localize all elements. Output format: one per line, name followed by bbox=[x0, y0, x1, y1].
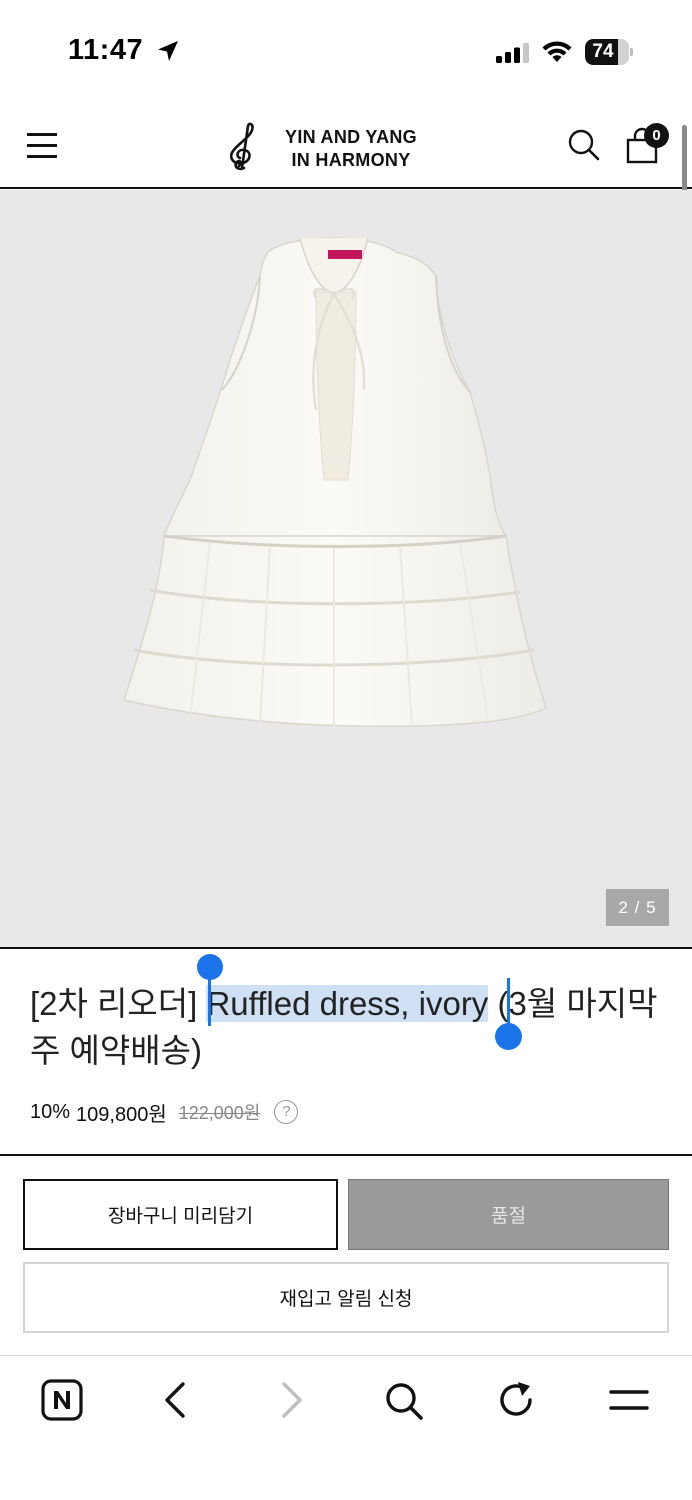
naver-icon[interactable] bbox=[40, 1378, 84, 1422]
wifi-icon bbox=[542, 41, 572, 62]
search-icon[interactable] bbox=[381, 1378, 425, 1422]
original-price: 122,000원 bbox=[178, 1103, 261, 1123]
price-row: 10% 109,800원 122,000원 ? bbox=[30, 1098, 299, 1126]
reload-icon[interactable] bbox=[494, 1378, 538, 1422]
menu-icon[interactable] bbox=[607, 1378, 651, 1422]
clock: 11:47 bbox=[68, 34, 144, 66]
sale-price: 109,800원 bbox=[76, 1103, 167, 1126]
restock-alert-button[interactable]: 재입고 알림 신청 bbox=[23, 1262, 669, 1333]
forward-icon[interactable] bbox=[268, 1378, 312, 1422]
title-selected-text[interactable]: Ruffled dress, ivory bbox=[206, 985, 489, 1022]
product-image-gallery[interactable]: 2 / 5 bbox=[0, 190, 692, 949]
product-title[interactable]: [2차 리오더] Ruffled dress, ivory (3월 마지막주 예… bbox=[30, 980, 670, 1074]
treble-clef-icon bbox=[229, 122, 254, 171]
selection-start-bar bbox=[208, 978, 211, 1026]
back-icon[interactable] bbox=[155, 1378, 199, 1422]
selection-start-handle[interactable] bbox=[197, 954, 223, 980]
hamburger-menu-icon[interactable] bbox=[25, 133, 59, 159]
add-to-cart-button[interactable]: 장바구니 미리담기 bbox=[23, 1179, 338, 1250]
logo-line1: YIN AND YANG bbox=[285, 127, 417, 147]
discount-rate: 10% bbox=[30, 1100, 71, 1123]
selection-end-bar bbox=[507, 978, 510, 1026]
cart-count-badge: 0 bbox=[644, 123, 669, 148]
status-bar: 11:47 74 bbox=[0, 0, 692, 100]
battery-indicator: 74 bbox=[585, 39, 633, 65]
cellular-signal-icon bbox=[496, 43, 529, 63]
location-arrow-icon bbox=[158, 41, 178, 61]
image-counter: 2 / 5 bbox=[606, 889, 669, 926]
selection-end-handle[interactable] bbox=[495, 1023, 522, 1050]
browser-toolbar bbox=[0, 1355, 692, 1500]
sold-out-button[interactable]: 품절 bbox=[348, 1179, 669, 1250]
logo-line2: IN HARMONY bbox=[291, 150, 411, 170]
product-image-dress bbox=[123, 237, 547, 728]
search-icon[interactable] bbox=[567, 128, 601, 162]
price-help-icon[interactable]: ? bbox=[274, 1100, 299, 1124]
site-header: YIN AND YANG IN HARMONY bbox=[0, 100, 692, 189]
brand-logo[interactable]: YIN AND YANG IN HARMONY bbox=[224, 122, 424, 172]
battery-level: 74 bbox=[592, 41, 614, 62]
divider bbox=[0, 1154, 692, 1156]
title-prefix: [2차 리오더] bbox=[30, 985, 207, 1022]
